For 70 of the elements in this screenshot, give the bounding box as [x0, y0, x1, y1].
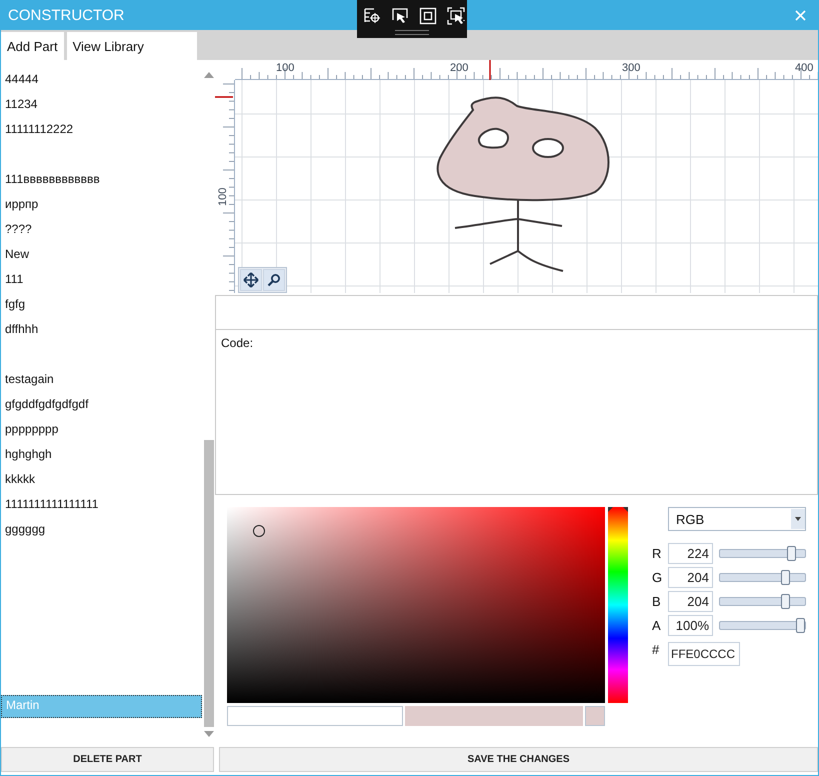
pan-tool-button[interactable] — [240, 269, 262, 291]
caret-icon — [795, 517, 801, 521]
part-list-item[interactable]: 111вввввввввввв — [1, 142, 202, 192]
scroll-up-icon[interactable] — [204, 72, 214, 78]
slider-track[interactable] — [719, 573, 806, 582]
channel-label: G — [652, 570, 664, 585]
frame-icon[interactable] — [419, 7, 437, 25]
slider-track[interactable] — [719, 621, 806, 630]
search-icon — [267, 273, 281, 287]
part-list-item[interactable]: 11234 — [1, 92, 202, 117]
action-button[interactable]: DELETE PART — [1, 747, 214, 772]
channel-value-field[interactable]: 204 — [668, 567, 713, 588]
part-list-item[interactable]: 111 — [1, 267, 202, 292]
channel-label: A — [652, 618, 662, 633]
slider-thumb[interactable] — [786, 546, 796, 561]
part-list-item[interactable]: New — [1, 242, 202, 267]
part-list-item[interactable]: testagain — [1, 342, 202, 392]
stick-figure-drawing[interactable] — [436, 96, 610, 272]
scroll-down-icon[interactable] — [204, 731, 214, 737]
part-list-item[interactable]: gggggg — [1, 517, 202, 542]
ruler-label: 100 — [217, 188, 229, 206]
color-spectrum[interactable] — [227, 507, 605, 703]
ruler-label: 300 — [622, 62, 640, 74]
slider-thumb[interactable] — [796, 618, 805, 633]
toolbar-button[interactable]: View Library — [66, 32, 197, 60]
slider-thumb[interactable] — [780, 570, 790, 585]
ruler-label: 100 — [276, 62, 294, 74]
color-mode-dropdown[interactable]: RGB — [668, 507, 806, 531]
channel-value-field[interactable]: 224 — [668, 543, 713, 564]
ruler-label: 400 — [795, 62, 814, 74]
hue-marker-icon[interactable] — [608, 507, 628, 512]
part-list-item[interactable]: ???? — [1, 217, 202, 242]
drag-grip[interactable] — [395, 30, 429, 35]
window-title: CONSTRUCTOR — [8, 6, 124, 24]
channel-value-field[interactable]: 204 — [668, 591, 713, 612]
part-list-item[interactable]: gfgddfgdfgdfgdf — [1, 392, 202, 417]
channel-label: B — [652, 594, 662, 609]
scroll-thumb[interactable] — [204, 440, 214, 727]
slider-thumb[interactable] — [780, 594, 790, 609]
ruler-label: 200 — [450, 62, 468, 74]
part-list-item[interactable]: иррпр — [1, 192, 202, 217]
move-icon — [243, 272, 259, 288]
part-list-item[interactable]: 1111111111111111 — [1, 492, 202, 517]
action-button[interactable]: SAVE THE CHANGES — [219, 747, 818, 772]
part-list-item[interactable]: kkkkk — [1, 467, 202, 492]
close-icon[interactable] — [795, 10, 806, 20]
part-list-item[interactable]: 44444 — [1, 67, 202, 92]
part-list-item[interactable]: dffhhh — [1, 317, 202, 342]
part-list-item[interactable]: hghghgh — [1, 442, 202, 467]
toolbar-button[interactable]: Add Part — [1, 32, 64, 60]
code-area[interactable]: Code: — [215, 330, 818, 495]
slider-track[interactable] — [719, 549, 806, 558]
channel-label: R — [652, 546, 662, 561]
dropdown-value: RGB — [676, 512, 704, 526]
part-list-item[interactable]: 11111112222 — [1, 117, 202, 142]
tree-target-icon[interactable] — [363, 7, 381, 25]
channel-value-field[interactable]: 100% — [668, 615, 713, 636]
color-swatch — [585, 706, 605, 726]
zoom-tool-button[interactable] — [263, 269, 285, 291]
part-list-item[interactable]: pppppppp — [1, 417, 202, 442]
select-cursor-icon[interactable] — [391, 7, 409, 25]
part-list-item[interactable]: fgfg — [1, 292, 202, 317]
select-area-icon[interactable] — [447, 7, 465, 25]
hex-value-field[interactable]: FFE0CCCC — [668, 642, 740, 666]
color-selector-handle[interactable] — [253, 525, 265, 537]
hue-slider[interactable] — [608, 507, 628, 703]
input-field[interactable] — [215, 295, 818, 330]
hex-label: # — [652, 642, 660, 657]
slider-track[interactable] — [719, 597, 806, 606]
code-label: Code: — [221, 336, 254, 350]
